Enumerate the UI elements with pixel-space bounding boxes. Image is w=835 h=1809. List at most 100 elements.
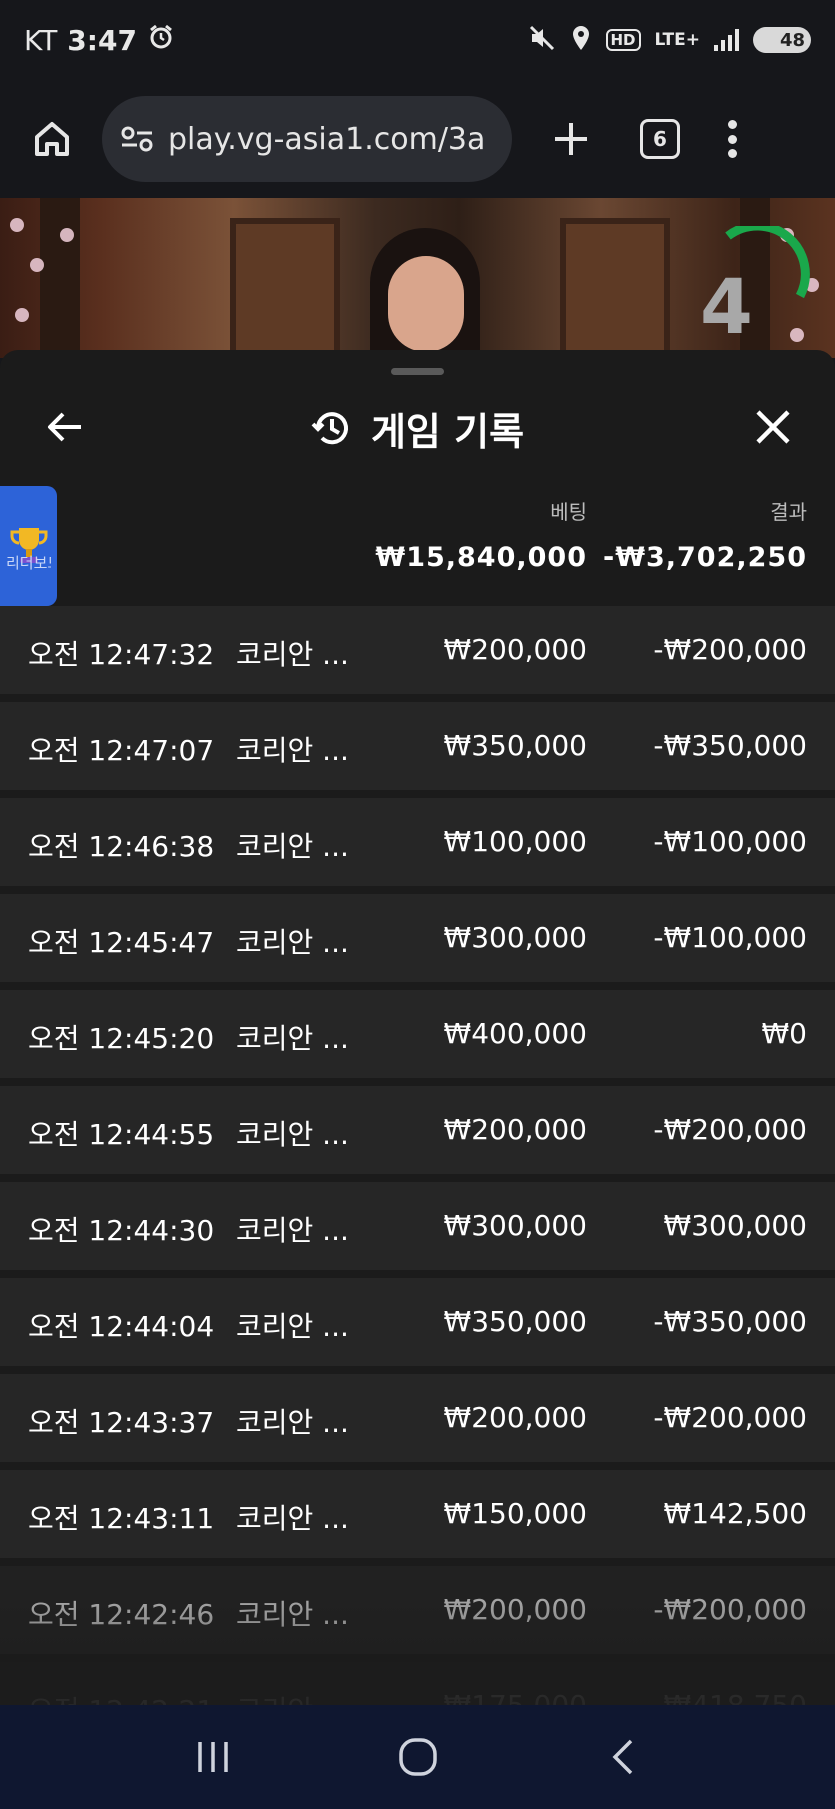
browser-menu-button[interactable]	[722, 114, 742, 164]
drag-handle[interactable]	[391, 368, 444, 375]
row-time: 오전 12:42:46	[28, 1598, 215, 1631]
site-settings-icon[interactable]	[120, 124, 154, 154]
row-bet: ₩200,000	[443, 1593, 587, 1626]
table-row[interactable]: 오전 12:43:37 코리안 ... ₩200,000 -₩200,000	[0, 1374, 835, 1462]
tab-switcher-button[interactable]: 6	[640, 119, 680, 159]
new-tab-button[interactable]	[546, 114, 596, 164]
row-time: 오전 12:43:37	[28, 1406, 215, 1439]
row-time: 오전 12:44:55	[28, 1118, 215, 1151]
row-time: 오전 12:45:47	[28, 926, 215, 959]
table-row[interactable]: 오전 12:42:46 코리안 ... ₩200,000 -₩200,000	[0, 1566, 835, 1654]
row-game: 코리안 ...	[236, 926, 349, 959]
row-result: -₩200,000	[653, 1593, 807, 1626]
row-game: 코리안 ...	[236, 1214, 349, 1247]
row-game: 코리안 ...	[236, 1118, 349, 1151]
row-time: 오전 12:47:32	[28, 638, 215, 671]
row-result: -₩100,000	[653, 921, 807, 954]
row-bet: ₩200,000	[443, 1401, 587, 1434]
row-game: 코리안 ...	[236, 1406, 349, 1439]
url-text: play.vg-asia1.com/3a	[168, 121, 486, 157]
table-row[interactable]: 오전 12:45:47 코리안 ... ₩300,000 -₩100,000	[0, 894, 835, 982]
back-button[interactable]	[40, 402, 90, 452]
leaderboard-tab-label: 리더보드	[6, 554, 51, 572]
row-game: 코리안 ...	[236, 734, 349, 767]
panel-header: 게임 기록	[0, 380, 835, 476]
row-result: ₩418,750	[664, 1689, 807, 1705]
row-time: 오전 12:44:04	[28, 1310, 215, 1343]
row-result: ₩0	[761, 1017, 808, 1050]
system-nav-bar	[0, 1705, 835, 1809]
signal-icon	[714, 29, 739, 51]
home-nav-button[interactable]	[388, 1727, 448, 1787]
row-game: 코리안 ...	[236, 1598, 349, 1631]
row-game: 코리안 ...	[236, 1310, 349, 1343]
row-time: 오전 12:42:21	[28, 1689, 214, 1705]
row-game: 코리안 ...	[236, 638, 349, 671]
table-row[interactable]: 오전 12:45:20 코리안 ... ₩400,000 ₩0	[0, 990, 835, 1078]
clock: 3:47	[67, 23, 137, 57]
back-nav-button[interactable]	[593, 1727, 653, 1787]
row-time: 오전 12:45:20	[28, 1022, 215, 1055]
row-result: -₩350,000	[653, 729, 807, 762]
chevron-left-icon	[612, 1739, 632, 1775]
table-row[interactable]: 오전 12:47:32 코리안 ... ₩200,000 -₩200,000	[0, 606, 835, 694]
close-icon	[756, 410, 790, 444]
history-icon	[311, 412, 348, 445]
row-result: -₩200,000	[653, 1113, 807, 1146]
row-bet: ₩300,000	[443, 1209, 587, 1242]
row-time: 오전 12:46:38	[28, 830, 215, 863]
plus-icon	[555, 123, 587, 155]
tab-count: 6	[653, 127, 667, 151]
row-bet: ₩175,000	[444, 1689, 587, 1705]
row-result: ₩300,000	[663, 1209, 807, 1242]
recent-apps-button[interactable]	[183, 1727, 243, 1787]
page-title: 게임 기록	[370, 409, 525, 454]
summary-totals: 베팅 결과 ₩15,840,000 -₩3,702,250	[0, 490, 835, 590]
battery-level: 48	[779, 29, 805, 51]
row-time: 오전 12:43:11	[28, 1502, 215, 1535]
recents-icon	[197, 1742, 228, 1772]
table-row[interactable]: 오전 12:43:11 코리안 ... ₩150,000 ₩142,500	[0, 1470, 835, 1558]
leaderboard-tab[interactable]: 리더보드	[0, 486, 57, 606]
row-result: -₩100,000	[653, 825, 807, 858]
row-game: 코리안 ...	[236, 1502, 349, 1535]
table-row[interactable]: 오전 12:42:21 코리안 ... ₩175,000 ₩418,750	[0, 1662, 835, 1705]
home-icon	[35, 122, 69, 156]
arrow-left-icon	[48, 412, 81, 442]
close-button[interactable]	[748, 402, 798, 452]
menu-dot	[727, 120, 737, 129]
carrier-label: KT	[24, 23, 58, 57]
mute-icon	[528, 24, 556, 57]
row-game: 코리안 ...	[236, 1689, 349, 1705]
table-row[interactable]: 오전 12:44:30 코리안 ... ₩300,000 ₩300,000	[0, 1182, 835, 1270]
row-bet: ₩350,000	[443, 1305, 587, 1338]
row-bet: ₩300,000	[443, 921, 587, 954]
row-time: 오전 12:47:07	[28, 734, 215, 767]
history-list: 오전 12:47:32 코리안 ... ₩200,000 -₩200,000 오…	[0, 606, 835, 1705]
status-bar: KT 3:47 HD LTE+ 48	[0, 0, 835, 80]
row-bet: ₩400,000	[443, 1017, 587, 1050]
location-icon	[570, 24, 592, 57]
battery-icon: 48	[753, 27, 811, 53]
alarm-icon	[147, 23, 175, 58]
home-button[interactable]	[24, 111, 80, 167]
row-bet: ₩200,000	[443, 1113, 587, 1146]
table-row[interactable]: 오전 12:44:55 코리안 ... ₩200,000 -₩200,000	[0, 1086, 835, 1174]
row-bet: ₩350,000	[443, 729, 587, 762]
address-bar[interactable]: play.vg-asia1.com/3a	[102, 96, 512, 182]
row-bet: ₩100,000	[443, 825, 587, 858]
menu-dot	[727, 134, 737, 144]
row-result: -₩200,000	[653, 1401, 807, 1434]
row-time: 오전 12:44:30	[28, 1214, 215, 1247]
menu-dot	[727, 149, 737, 158]
table-row[interactable]: 오전 12:46:38 코리안 ... ₩100,000 -₩100,000	[0, 798, 835, 886]
row-game: 코리안 ...	[236, 830, 349, 863]
result-column-label: 결과	[770, 500, 807, 524]
game-history-panel: 게임 기록 베팅 결과 ₩15,840,000 -₩3,702,250 오전 1…	[0, 350, 835, 1705]
table-row[interactable]: 오전 12:44:04 코리안 ... ₩350,000 -₩350,000	[0, 1278, 835, 1366]
bet-column-label: 베팅	[550, 500, 587, 524]
row-result: -₩200,000	[653, 633, 807, 666]
table-row[interactable]: 오전 12:47:07 코리안 ... ₩350,000 -₩350,000	[0, 702, 835, 790]
hd-voice-icon: HD	[605, 29, 641, 51]
browser-toolbar: play.vg-asia1.com/3a 6	[0, 80, 835, 198]
